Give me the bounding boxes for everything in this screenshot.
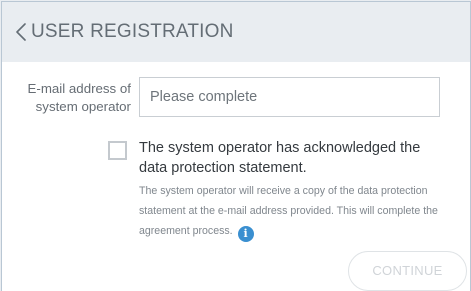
email-label-line2: system operator: [35, 99, 131, 114]
help-text-body: The system operator will receive a copy …: [139, 185, 438, 237]
help-text: The system operator will receive a copy …: [139, 181, 449, 242]
email-field-label: E-mail address of system operator: [11, 80, 131, 116]
info-icon[interactable]: i: [237, 226, 254, 242]
email-field[interactable]: [139, 77, 440, 117]
page-header: USER REGISTRATION: [2, 2, 470, 62]
page-title: USER REGISTRATION: [31, 21, 234, 42]
chevron-left-icon[interactable]: [15, 23, 28, 41]
acknowledge-checkbox[interactable]: [108, 141, 127, 160]
acknowledge-label[interactable]: The system operator has acknowledged the…: [139, 138, 445, 178]
continue-button[interactable]: CONTINUE: [348, 251, 467, 291]
email-label-line1: E-mail address of: [27, 81, 131, 96]
registration-panel: USER REGISTRATION E-mail address of syst…: [1, 1, 471, 291]
